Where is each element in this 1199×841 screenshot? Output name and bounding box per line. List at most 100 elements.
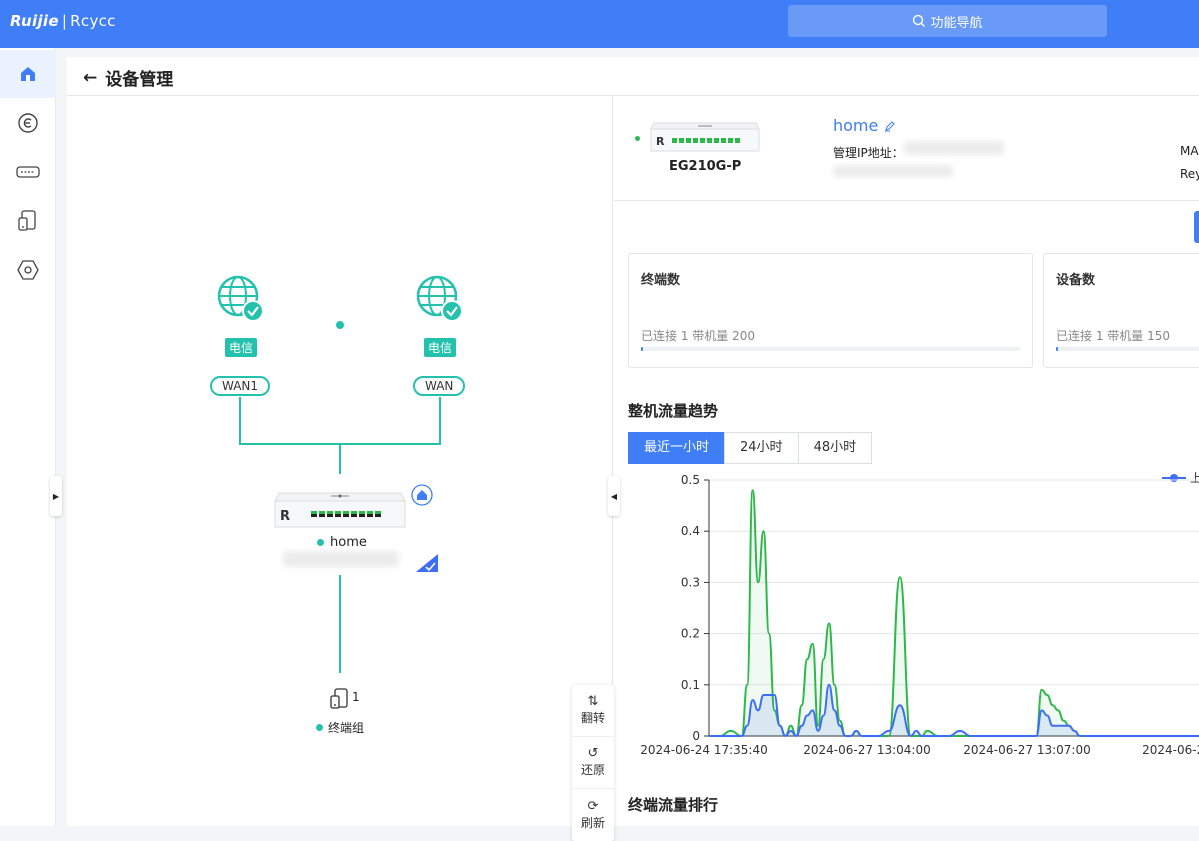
router-device-image[interactable]: R: [273, 487, 407, 531]
y-tick-label: 0.2: [681, 627, 700, 641]
terminal-ranking-title: 终端流量排行: [628, 796, 719, 814]
traffic-trend-chart[interactable]: 0 0.1 0.2 0.3 0.4 0.5 2024-06-24 17:35:40 2024-…: [614, 467, 1199, 767]
terminal-group-name: 终端组: [328, 721, 365, 735]
edit-corner-icon[interactable]: [416, 554, 438, 572]
terminal-group-label: 终端组: [316, 719, 364, 736]
time-range-tabs: 最近一小时 24小时 48小时: [628, 432, 873, 464]
y-tick-label: 0.3: [681, 575, 700, 589]
refresh-button[interactable]: ⟳ 刷新: [572, 789, 614, 841]
page-header: ← 设备管理: [67, 57, 1199, 96]
terminal-group-icon[interactable]: [330, 688, 350, 710]
device-capacity-fill: [1056, 347, 1058, 351]
router-label: home: [317, 535, 367, 550]
device-thumbnail: R: [650, 122, 760, 152]
refresh-label: 刷新: [580, 815, 605, 830]
series-area-0: [709, 490, 1199, 736]
terminal-device-icon: [18, 210, 36, 231]
redacted-router-info: [283, 551, 399, 567]
expand-left-panel-button[interactable]: ▶: [50, 476, 62, 516]
brand-name: Ruijie: [10, 12, 59, 30]
brand-sub: Rcycc: [70, 12, 116, 30]
device-capacity-bar: [1056, 347, 1199, 351]
sidebar-item-terminal[interactable]: [0, 197, 56, 245]
device-count-title: 设备数: [1056, 273, 1096, 288]
x-tick-label: 2024-06-24 17:35:40: [640, 743, 767, 757]
settings-hex-icon: [17, 260, 39, 280]
terminal-capacity-bar: [641, 347, 1020, 351]
terminal-count: 1: [352, 690, 360, 704]
isp-label-right: 电信: [424, 338, 457, 357]
wan-port-right[interactable]: WAN: [413, 376, 466, 396]
topology-toolbar: ⇅ 翻转 ↺ 还原 ⟳ 刷新: [572, 685, 614, 841]
edit-pencil-icon[interactable]: [884, 120, 896, 132]
flip-icon: ⇅: [587, 694, 599, 709]
router-name: home: [330, 535, 367, 550]
wan-port-left[interactable]: WAN1: [210, 376, 271, 396]
brand-logo[interactable]: Ruijie | Rcycc: [10, 12, 116, 30]
page-title: 设备管理: [105, 70, 174, 90]
top-bar: Ruijie | Rcycc 功能导航: [0, 0, 1199, 48]
y-tick-label: 0.4: [681, 524, 700, 538]
reyee-label: Rey: [1180, 167, 1199, 181]
sidebar-item-home[interactable]: [0, 50, 56, 98]
device-model: EG210G-P: [669, 159, 742, 174]
terminal-count-sub: 已连接 1 带机量 200: [641, 329, 755, 343]
caret-right-icon: ▶: [52, 491, 60, 501]
sidebar-item-cloud[interactable]: [0, 99, 56, 147]
function-nav-label: 功能导航: [930, 15, 983, 31]
topology-panel: 电信 电信 WAN1 WAN R home 1 终端组 ⇅ 翻转 ↺ 还原 ⟳ …: [67, 97, 614, 841]
internet-globe-icon: [217, 275, 264, 322]
flip-button[interactable]: ⇅ 翻转: [572, 685, 614, 737]
link-status-dot: [336, 321, 344, 329]
x-tick-label: 2024-06-27 13:04:00: [803, 743, 930, 757]
back-button[interactable]: ← 设备管理: [83, 65, 174, 91]
x-tick-label: 2024-06-27 13:07:00: [963, 743, 1090, 757]
topology-lines: [239, 321, 441, 673]
tab-last-hour[interactable]: 最近一小时: [628, 432, 726, 464]
function-nav-search[interactable]: 功能导航: [788, 5, 1107, 37]
online-status-dot: [316, 724, 323, 731]
internet-globe-icon: [416, 275, 463, 322]
restore-button[interactable]: ↺ 还原: [572, 737, 614, 789]
mac-label: MA: [1180, 144, 1199, 158]
y-tick-label: 0: [692, 729, 700, 743]
cloud-c-icon: [18, 113, 38, 133]
device-name-link[interactable]: home: [833, 116, 896, 135]
device-info-card: R EG210G-P home 管理IP地址： MA Rey: [614, 97, 1199, 201]
sidebar: [0, 48, 56, 826]
search-icon: [913, 14, 926, 27]
tab-24-hours[interactable]: 24小时: [724, 432, 799, 464]
terminal-count-card[interactable]: 终端数 已连接 1 带机量 200: [628, 253, 1033, 368]
device-detail-panel: R EG210G-P home 管理IP地址： MA Rey 终端数 已连接 1…: [614, 97, 1199, 826]
home-icon: [21, 67, 35, 81]
restore-icon: ↺: [587, 746, 599, 761]
brand-separator: |: [61, 12, 68, 30]
action-button-edge[interactable]: [1194, 211, 1199, 243]
redacted-serial: [833, 165, 953, 177]
svg-text:R: R: [656, 135, 665, 148]
svg-text:R: R: [280, 509, 290, 524]
refresh-icon: ⟳: [587, 798, 599, 814]
terminal-capacity-fill: [641, 347, 643, 351]
restore-label: 还原: [580, 763, 605, 777]
terminal-count-title: 终端数: [641, 273, 681, 288]
device-count-sub: 已连接 1 带机量 150: [1056, 329, 1170, 343]
x-tick-label: 2024-06-27: [1142, 743, 1199, 757]
back-arrow-icon: ←: [83, 67, 98, 88]
redacted-ip: [904, 141, 1004, 155]
series-line-0: [709, 489, 1199, 737]
series-line-1: [709, 683, 1199, 737]
y-tick-label: 0.1: [681, 678, 700, 692]
sidebar-item-settings[interactable]: [0, 246, 56, 294]
main-panel: ← 设备管理 电信 电信 WAN1 WAN R home 1 终端组 ⇅ 翻转 …: [50, 57, 1199, 841]
isp-label-left: 电信: [225, 338, 258, 357]
device-name: home: [833, 116, 879, 135]
sidebar-item-switch[interactable]: [0, 148, 56, 196]
gateway-home-badge-icon: [411, 484, 433, 506]
flip-label: 翻转: [580, 711, 605, 725]
online-status-dot: [317, 539, 324, 546]
device-status-dot: [635, 136, 640, 141]
device-count-card[interactable]: 设备数 已连接 1 带机量 150: [1043, 253, 1199, 368]
tab-48-hours[interactable]: 48小时: [797, 432, 873, 464]
mgmt-ip-label: 管理IP地址：: [833, 146, 904, 160]
